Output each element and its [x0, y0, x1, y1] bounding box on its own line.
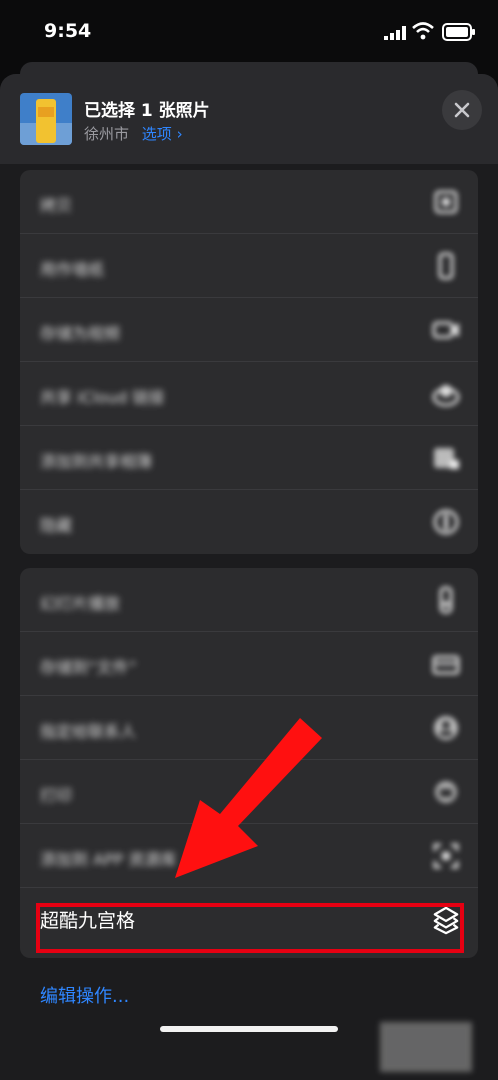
wifi-icon — [412, 22, 434, 44]
status-time: 9:54 — [44, 20, 92, 42]
action-label: 隐藏 — [40, 516, 73, 535]
close-button[interactable] — [442, 90, 482, 130]
action-label: 用作墙纸 — [40, 260, 105, 279]
action-row-icloud-link[interactable]: 共享 iCloud 链接 — [20, 362, 478, 426]
action-row-app-library[interactable]: 添加到 APP 资源库 — [20, 824, 478, 888]
blurred-watermark — [380, 1022, 472, 1072]
hide-icon — [432, 508, 460, 536]
contact-icon — [432, 714, 460, 742]
action-row-assign-contact[interactable]: 指定给联系人 — [20, 696, 478, 760]
action-label: 添加到 APP 资源库 — [40, 850, 177, 869]
action-row-save-files[interactable]: 存储到“文件” — [20, 632, 478, 696]
actions-group-1: 拷贝 用作墙纸 存储为视频 共享 iCloud 链接 添加到共享相簿 隐藏 — [20, 170, 478, 554]
status-bar: 9:54 — [0, 0, 498, 66]
action-label: 添加到共享相簿 — [40, 452, 153, 471]
cloud-icon — [432, 380, 460, 408]
highlight-box — [36, 903, 464, 953]
action-row-hide[interactable]: 隐藏 — [20, 490, 478, 554]
action-row-print[interactable]: 打印 — [20, 760, 478, 824]
action-row-slideshow[interactable]: 幻灯片播放 — [20, 568, 478, 632]
printer-icon — [432, 778, 460, 806]
photo-location: 徐州市 选项 › — [84, 123, 183, 144]
action-label: 存储到“文件” — [40, 658, 137, 677]
shared-album-icon — [432, 444, 460, 472]
options-link[interactable]: 选项 › — [142, 125, 183, 143]
phone-icon — [432, 252, 460, 280]
action-label: 存储为视频 — [40, 324, 121, 343]
action-row-save-video[interactable]: 存储为视频 — [20, 298, 478, 362]
action-row-wallpaper[interactable]: 用作墙纸 — [20, 234, 478, 298]
slideshow-icon — [432, 586, 460, 614]
share-sheet-header — [0, 74, 498, 164]
share-sheet-screen: 9:54 已选择 1 张照片 徐州市 选项 › 拷贝 用作墙纸 存储为视频 共享… — [0, 0, 498, 1080]
action-label: 幻灯片播放 — [40, 594, 121, 613]
home-indicator[interactable] — [160, 1026, 338, 1032]
cellular-signal-icon — [384, 25, 406, 44]
action-label: 拷贝 — [40, 196, 73, 215]
copy-icon — [432, 188, 460, 216]
scan-icon — [432, 842, 460, 870]
action-row-shared-album[interactable]: 添加到共享相簿 — [20, 426, 478, 490]
action-label: 指定给联系人 — [40, 722, 137, 741]
actions-group-2: 幻灯片播放 存储到“文件” 指定给联系人 打印 添加到 APP 资源库 超酷九宫… — [20, 568, 478, 958]
action-row-copy[interactable]: 拷贝 — [20, 170, 478, 234]
video-icon — [432, 316, 460, 344]
location-text: 徐州市 — [84, 125, 130, 143]
action-label: 打印 — [40, 786, 73, 805]
close-icon — [454, 102, 470, 118]
battery-icon — [442, 23, 476, 45]
photo-thumbnail — [20, 93, 72, 145]
selected-count-title: 已选择 1 张照片 — [84, 101, 210, 121]
action-label: 共享 iCloud 链接 — [40, 388, 165, 407]
folder-icon — [432, 650, 460, 678]
edit-actions-link[interactable]: 编辑操作... — [40, 982, 129, 1008]
